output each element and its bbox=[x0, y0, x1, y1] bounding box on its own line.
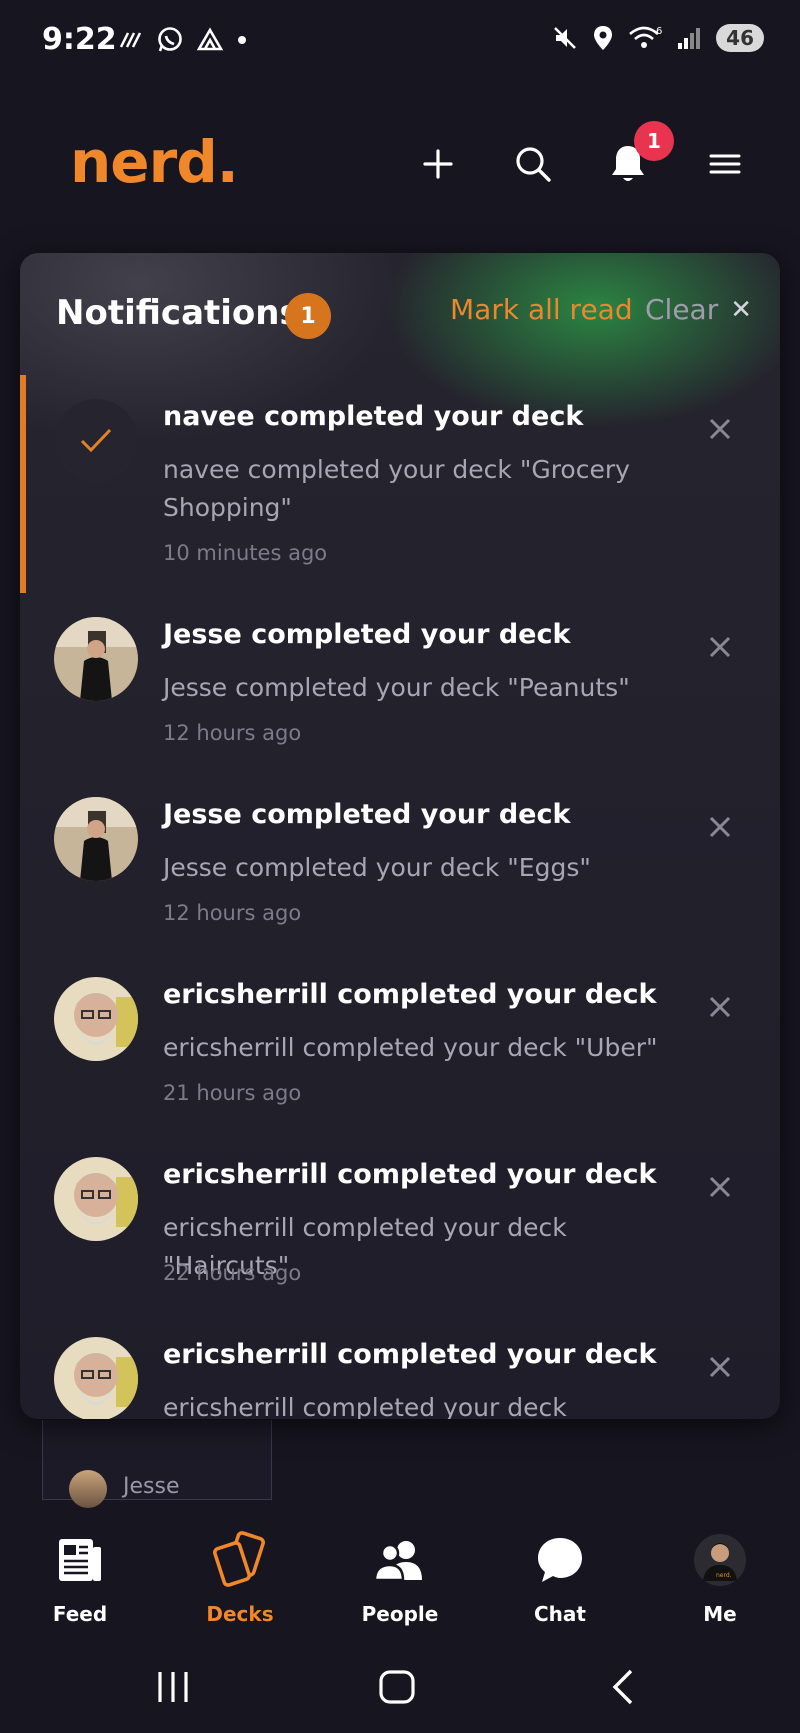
close-icon bbox=[709, 418, 731, 440]
check-icon bbox=[80, 428, 112, 453]
close-icon bbox=[709, 1176, 731, 1198]
notification-title: ericsherrill completed your deck bbox=[163, 979, 657, 1010]
menu-button[interactable] bbox=[697, 136, 753, 192]
clear-x-icon: ✕ bbox=[730, 294, 753, 325]
status-time: 9:22 bbox=[42, 22, 117, 57]
deck-author-name: Jesse bbox=[123, 1474, 180, 1499]
close-icon bbox=[709, 816, 731, 838]
wifi-icon: 6 bbox=[629, 26, 662, 48]
user-avatar bbox=[54, 1157, 138, 1241]
nav-me[interactable]: nerd. Me bbox=[660, 1530, 780, 1626]
close-icon bbox=[709, 636, 731, 658]
notification-count-badge: 1 bbox=[634, 121, 674, 161]
app-logo[interactable]: nerd. bbox=[70, 128, 239, 196]
svg-text:6: 6 bbox=[656, 26, 662, 37]
clear-label: Clear bbox=[645, 293, 719, 326]
check-avatar bbox=[54, 399, 138, 483]
location-icon bbox=[594, 26, 613, 50]
notification-item[interactable]: ericsherrill completed your deck ericshe… bbox=[20, 1133, 780, 1313]
home-button[interactable] bbox=[367, 1662, 427, 1712]
hamburger-icon bbox=[709, 154, 741, 174]
nav-feed-label: Feed bbox=[52, 1602, 108, 1626]
notification-body: Jesse completed your deck "Peanuts" bbox=[163, 673, 630, 702]
mark-all-read-button[interactable]: Mark all read bbox=[450, 293, 633, 326]
nav-feed[interactable]: Feed bbox=[20, 1530, 140, 1626]
status-bar: 9:22 6 46 bbox=[0, 0, 800, 80]
notification-item[interactable]: ericsherrill completed your deck ericshe… bbox=[20, 953, 780, 1133]
status-notification-icons bbox=[118, 26, 248, 54]
close-icon bbox=[709, 1356, 731, 1378]
dismiss-button[interactable] bbox=[700, 1347, 740, 1387]
clear-button[interactable]: Clear ✕ bbox=[645, 293, 752, 326]
notification-item[interactable]: ericsherrill completed your deck ericshe… bbox=[20, 1313, 780, 1419]
user-avatar bbox=[54, 797, 138, 881]
notification-body: navee completed your deck "Grocery Shopp… bbox=[163, 455, 630, 522]
panel-title: Notifications bbox=[56, 293, 300, 333]
notification-item[interactable]: Jesse completed your deck Jesse complete… bbox=[20, 773, 780, 953]
notification-title: navee completed your deck bbox=[163, 401, 584, 432]
recent-apps-icon bbox=[158, 1672, 188, 1702]
plus-icon bbox=[423, 149, 453, 179]
notification-body: Jesse completed your deck "Eggs" bbox=[163, 853, 591, 882]
nav-chat[interactable]: Chat bbox=[500, 1530, 620, 1626]
signal-icon bbox=[678, 28, 701, 49]
nav-decks-label: Decks bbox=[206, 1602, 274, 1626]
chat-icon bbox=[500, 1530, 620, 1590]
close-icon bbox=[709, 996, 731, 1018]
notification-time: 21 hours ago bbox=[163, 1081, 302, 1105]
notification-time: 12 hours ago bbox=[163, 721, 302, 745]
home-icon bbox=[379, 1670, 415, 1704]
nav-people[interactable]: People bbox=[340, 1530, 460, 1626]
notification-title: ericsherrill completed your deck bbox=[163, 1159, 657, 1190]
decks-icon bbox=[180, 1530, 300, 1590]
background-deck-card[interactable]: Jesse bbox=[42, 1420, 272, 1508]
nav-people-label: People bbox=[361, 1602, 439, 1626]
feed-icon bbox=[20, 1530, 140, 1590]
search-icon bbox=[516, 147, 551, 182]
svg-text:nerd.: nerd. bbox=[716, 1572, 732, 1579]
notification-title: ericsherrill completed your deck bbox=[163, 1339, 657, 1370]
recent-apps-button[interactable] bbox=[143, 1662, 203, 1712]
notification-title: Jesse completed your deck bbox=[163, 799, 571, 830]
notification-body: ericsherrill completed your deck "Uber" bbox=[163, 1033, 658, 1062]
notification-time: 10 minutes ago bbox=[163, 541, 328, 565]
whatsapp-icon bbox=[158, 27, 182, 52]
user-avatar bbox=[54, 977, 138, 1061]
mute-icon bbox=[554, 27, 577, 49]
notification-body: ericsherrill completed your deck "Christ… bbox=[163, 1393, 567, 1419]
user-avatar bbox=[54, 1337, 138, 1419]
people-icon bbox=[340, 1530, 460, 1590]
back-icon bbox=[612, 1669, 633, 1705]
dismiss-button[interactable] bbox=[700, 987, 740, 1027]
notifications-panel: Notifications 1 Mark all read Clear ✕ na… bbox=[20, 253, 780, 1419]
back-button[interactable] bbox=[592, 1662, 652, 1712]
dot-icon bbox=[238, 36, 246, 44]
dismiss-button[interactable] bbox=[700, 1167, 740, 1207]
user-avatar bbox=[54, 617, 138, 701]
status-system-icons: 6 46 bbox=[552, 24, 764, 52]
notification-title: Jesse completed your deck bbox=[163, 619, 571, 650]
search-button[interactable] bbox=[505, 136, 561, 192]
nav-decks[interactable]: Decks bbox=[180, 1530, 300, 1626]
dismiss-button[interactable] bbox=[700, 627, 740, 667]
add-button[interactable] bbox=[410, 136, 466, 192]
dismiss-button[interactable] bbox=[700, 807, 740, 847]
profile-avatar: nerd. bbox=[660, 1530, 780, 1590]
notification-list: navee completed your deck navee complete… bbox=[20, 375, 780, 1419]
wifi-calling-icon bbox=[119, 32, 142, 48]
notification-time: 22 hours ago bbox=[163, 1261, 302, 1285]
notification-item[interactable]: navee completed your deck navee complete… bbox=[20, 375, 780, 593]
notification-time: 12 hours ago bbox=[163, 901, 302, 925]
drive-icon bbox=[196, 27, 224, 51]
dismiss-button[interactable] bbox=[700, 409, 740, 449]
battery-indicator: 46 bbox=[716, 24, 764, 52]
nav-me-label: Me bbox=[703, 1602, 737, 1626]
system-nav-bar bbox=[0, 1640, 800, 1733]
notification-item[interactable]: Jesse completed your deck Jesse complete… bbox=[20, 593, 780, 773]
nav-chat-label: Chat bbox=[534, 1602, 586, 1626]
unread-count-badge: 1 bbox=[285, 293, 331, 339]
bottom-nav: Feed Decks People Chat nerd. Me bbox=[0, 1500, 800, 1630]
